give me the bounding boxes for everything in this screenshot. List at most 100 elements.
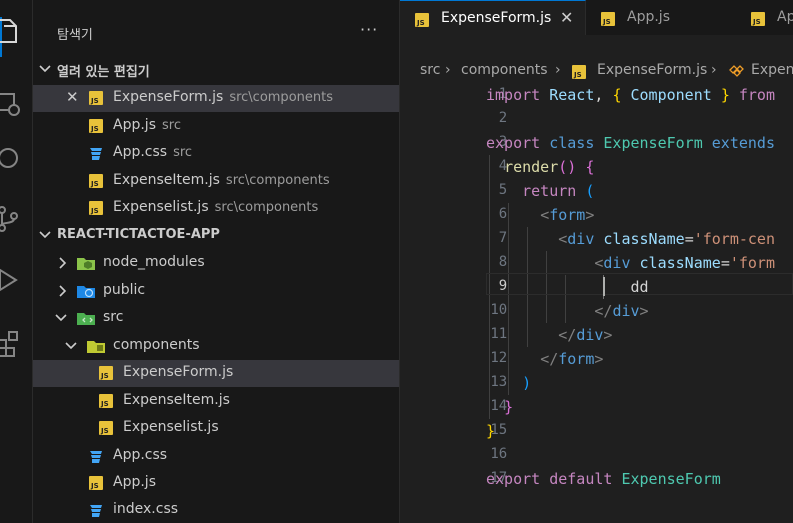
code-token: div <box>612 302 640 320</box>
code-line: 2 <box>400 107 793 131</box>
file-name: node_modules <box>103 254 205 270</box>
file-name: ExpenseItem.js <box>113 172 220 188</box>
open-editor-item[interactable]: ✕ JS ExpenseForm.js src\components <box>33 85 399 112</box>
file-name: App.js <box>113 117 156 133</box>
class-symbol-icon <box>728 62 744 82</box>
code-token: ExpenseForm <box>621 470 721 488</box>
code-line: 5 return ( <box>400 179 793 203</box>
tab-app-js[interactable]: JS App.js <box>586 0 737 35</box>
css-file-icon <box>88 146 104 166</box>
tree-item-index-css[interactable]: index.css <box>33 497 399 523</box>
chevron-right-icon <box>57 285 67 301</box>
tree-item-components[interactable]: components <box>33 333 399 360</box>
svg-text:JS: JS <box>573 71 582 79</box>
tree-item-node-modules[interactable]: node_modules <box>33 250 399 277</box>
code-token: </ <box>540 350 559 368</box>
svg-text:JS: JS <box>90 97 99 105</box>
search-icon[interactable] <box>0 138 32 178</box>
breadcrumb-symbol[interactable]: Expen <box>751 62 793 78</box>
breadcrumb-separator: › <box>555 62 561 78</box>
src-folder-icon <box>77 311 95 329</box>
timeline-icon[interactable] <box>0 84 32 124</box>
code-token: { <box>612 86 622 104</box>
file-name: App.js <box>113 474 156 490</box>
js-file-icon: JS <box>601 12 615 30</box>
file-path: src <box>173 145 193 160</box>
code-token: 'form <box>729 254 775 272</box>
close-icon[interactable]: ✕ <box>560 8 573 27</box>
code-token: export <box>486 134 541 152</box>
tree-item-app-css[interactable]: App.css <box>33 443 399 470</box>
open-editor-item[interactable]: App.css src <box>33 140 399 167</box>
code-token: dd <box>630 278 649 296</box>
tree-item-src[interactable]: src <box>33 305 399 332</box>
code-token: import <box>486 86 541 104</box>
code-token: </ <box>594 302 613 320</box>
tree-item-expenseform[interactable]: JS ExpenseForm.js <box>33 360 399 387</box>
chevron-down-icon <box>39 61 51 79</box>
breadcrumb-separator: › <box>445 62 451 78</box>
open-editors-header[interactable]: 열려 있는 편집기 <box>33 57 399 83</box>
code-token: = <box>684 230 694 248</box>
code-token: 'form-cen <box>693 230 775 248</box>
svg-text:JS: JS <box>90 180 99 188</box>
line-number: 16 <box>490 446 508 462</box>
close-icon[interactable]: ✕ <box>66 88 79 106</box>
file-name: Expenselist.js <box>123 419 219 435</box>
code-token: div <box>567 230 595 248</box>
code-line: 14 } <box>400 395 793 419</box>
tree-item-expenselist[interactable]: JS Expenselist.js <box>33 415 399 442</box>
code-token: , <box>594 86 604 104</box>
file-name: components <box>113 337 200 353</box>
file-name: ExpenseForm.js <box>113 89 224 105</box>
js-file-icon: JS <box>415 13 429 31</box>
activity-bar <box>0 0 33 523</box>
tab-expenseform[interactable]: JS ExpenseForm.js ✕ <box>400 0 586 35</box>
breadcrumb-file[interactable]: ExpenseForm.js <box>597 62 707 78</box>
more-actions-icon[interactable]: ··· <box>360 20 378 39</box>
svg-text:JS: JS <box>602 18 611 26</box>
tab-app-partial[interactable]: JS Ap <box>736 0 793 35</box>
js-file-icon: JS <box>99 394 113 412</box>
code-line: 11 </div> <box>400 323 793 347</box>
breadcrumb-components[interactable]: components <box>461 62 548 78</box>
run-debug-icon[interactable] <box>0 260 32 300</box>
code-token: () <box>558 158 577 176</box>
tree-item-app-js[interactable]: JS App.js <box>33 470 399 497</box>
chevron-down-icon <box>55 312 67 328</box>
extensions-icon[interactable] <box>0 322 32 362</box>
tree-item-expenseitem[interactable]: JS ExpenseItem.js <box>33 388 399 415</box>
breadcrumb-src[interactable]: src <box>420 62 440 78</box>
file-path: src\components <box>225 173 330 188</box>
file-name: Expenselist.js <box>113 199 209 215</box>
tree-item-public[interactable]: public <box>33 278 399 305</box>
svg-text:JS: JS <box>100 400 109 408</box>
code-token: default <box>549 470 613 488</box>
tab-label: Ap <box>777 9 793 25</box>
code-line: 13 ) <box>400 371 793 395</box>
code-token: form <box>549 206 586 224</box>
code-token: ( <box>585 182 595 200</box>
explorer-icon[interactable] <box>0 12 32 52</box>
file-name: ExpenseItem.js <box>123 392 230 408</box>
js-file-icon: JS <box>751 12 765 30</box>
file-name: index.css <box>113 501 179 517</box>
code-token: </ <box>558 326 577 344</box>
components-folder-icon <box>87 339 105 357</box>
sidebar-title: 탐색기 <box>57 28 93 43</box>
editor-area: JS ExpenseForm.js ✕ JS App.js JS Ap src … <box>400 0 793 523</box>
code-token: { <box>585 158 595 176</box>
open-editor-item[interactable]: JS ExpenseItem.js src\components <box>33 168 399 195</box>
code-line-current: 9 dd <box>400 275 793 299</box>
js-file-icon: JS <box>99 366 113 384</box>
js-file-icon: JS <box>89 119 103 137</box>
open-editor-item[interactable]: JS App.js src <box>33 113 399 140</box>
tab-label: App.js <box>627 9 670 25</box>
open-editor-item[interactable]: JS Expenselist.js src\components <box>33 195 399 222</box>
project-header[interactable]: REACT-TICTACTOE-APP <box>33 223 399 249</box>
source-control-icon[interactable] <box>0 198 32 238</box>
js-file-icon: JS <box>89 174 103 192</box>
node-folder-icon <box>77 256 95 274</box>
chevron-right-icon <box>57 257 67 273</box>
code-token: } <box>720 86 730 104</box>
